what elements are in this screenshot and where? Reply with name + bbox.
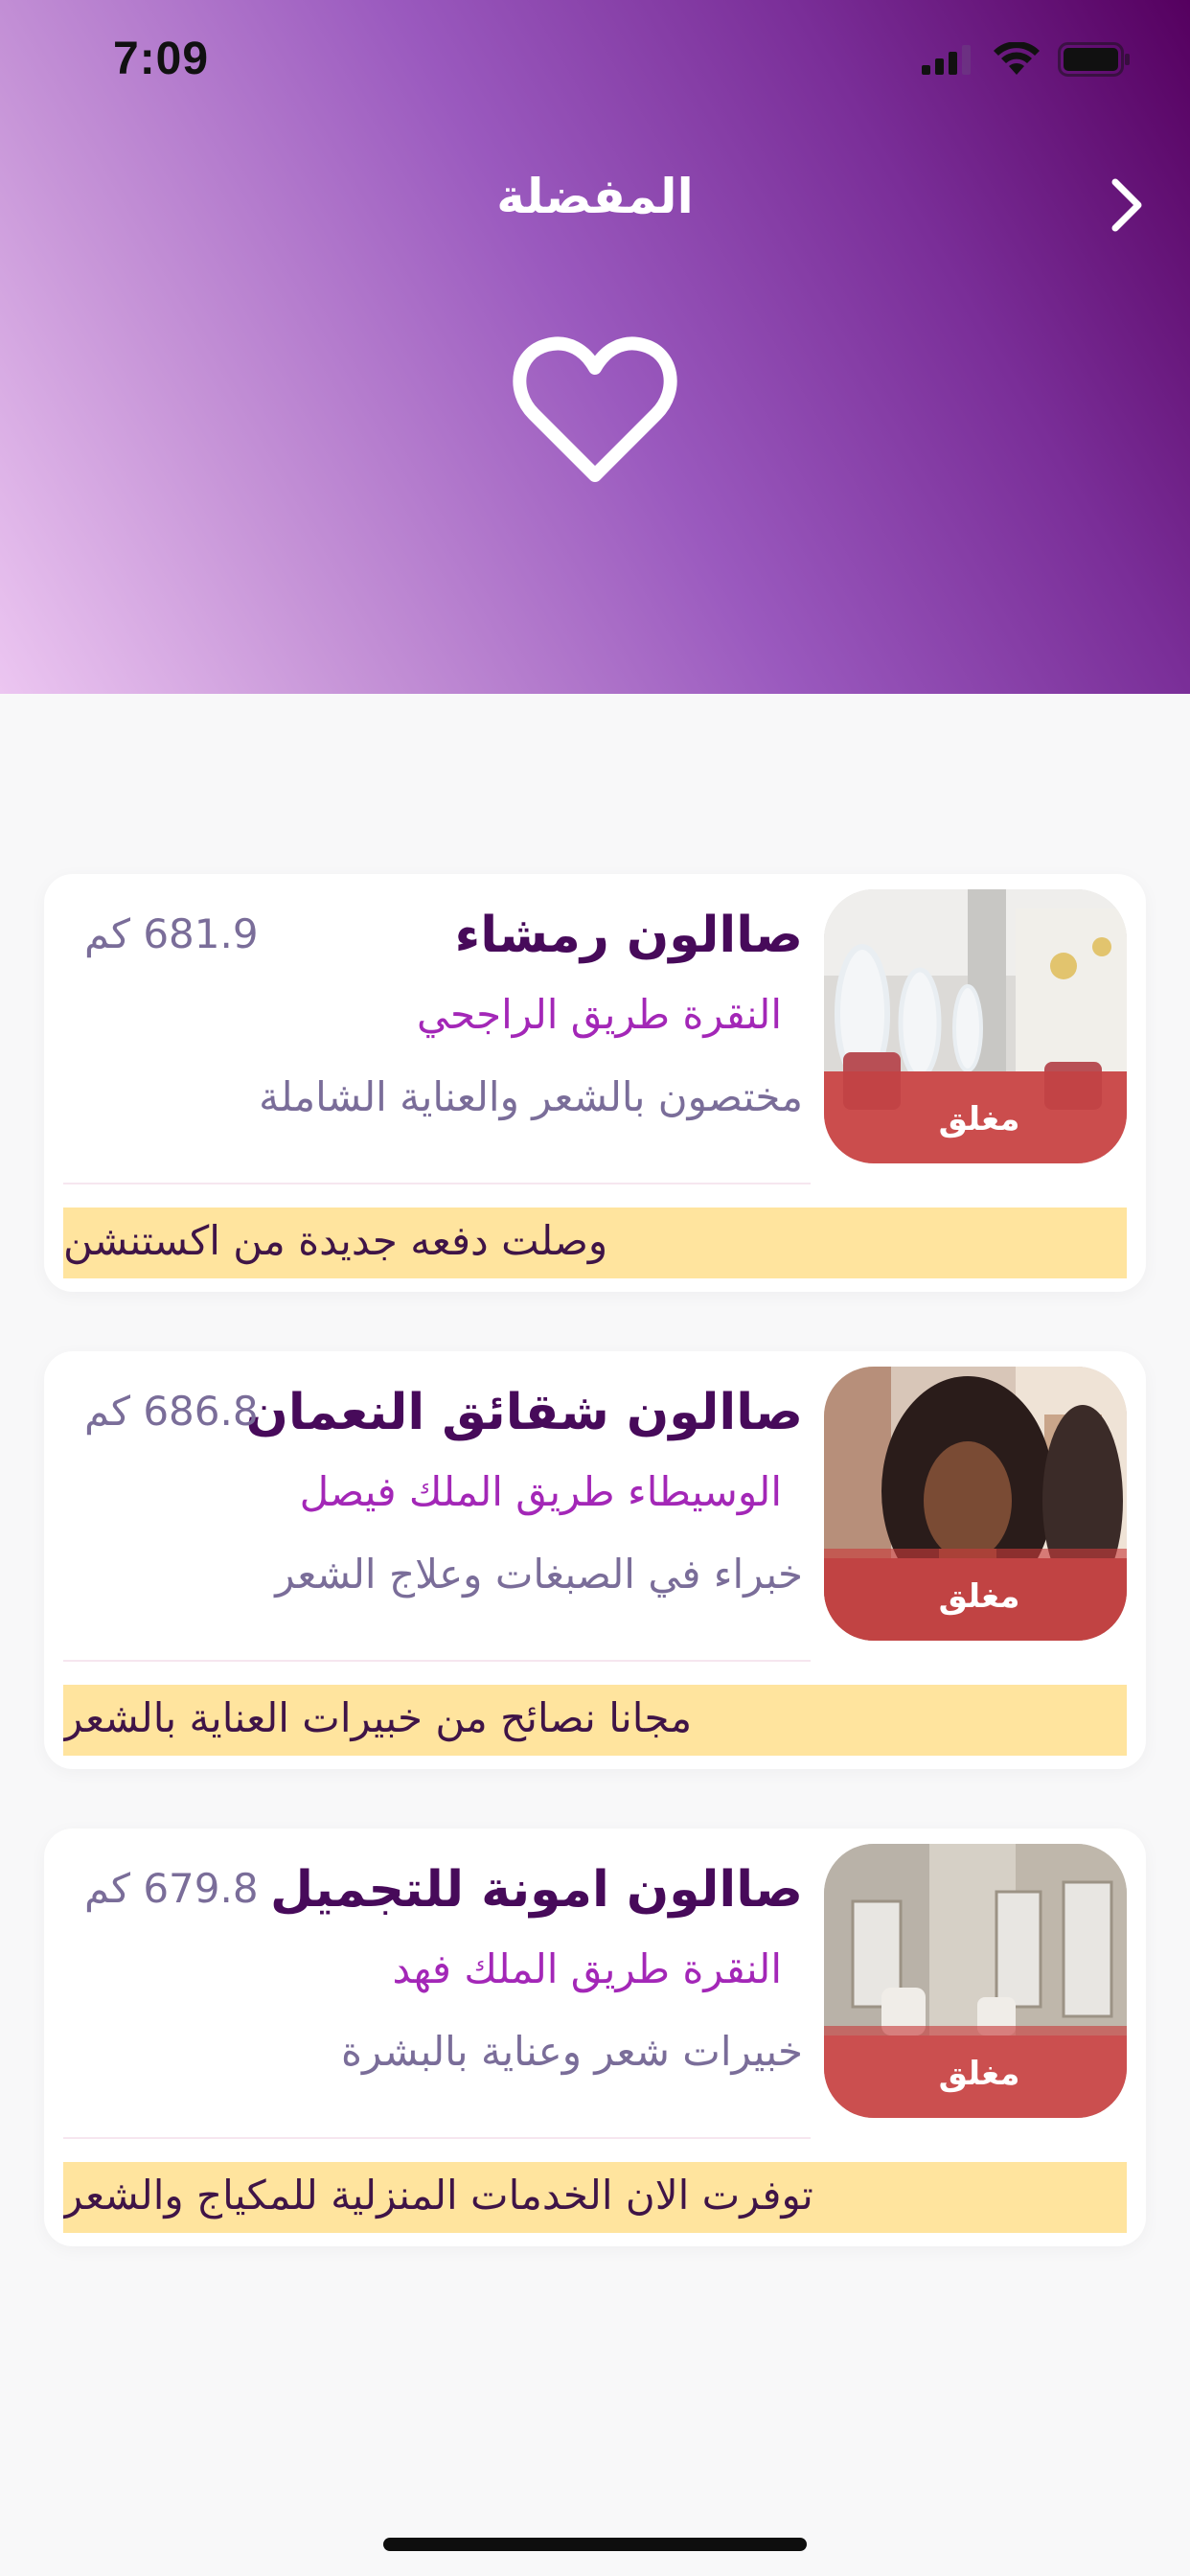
salon-address: النقرة طريق الملك فهد <box>392 1945 782 1992</box>
salon-address: الوسيطاء طريق الملك فيصل <box>299 1468 782 1515</box>
salon-image: مغلق <box>824 1367 1127 1641</box>
announcement-text: مجانا نصائح من خبيرات العناية بالشعر <box>63 1694 693 1741</box>
salon-address: النقرة طريق الراجحي <box>417 991 782 1038</box>
salon-name: صاالون رمشاء <box>454 907 803 964</box>
status-time: 7:09 <box>113 34 210 84</box>
favorites-header: 7:09 المفضلة <box>0 0 1190 694</box>
announcement-text: وصلت دفعه جديدة من اكستنشن <box>63 1217 608 1264</box>
divider <box>63 1183 811 1184</box>
wifi-icon <box>994 42 1040 75</box>
divider <box>63 2137 811 2139</box>
cellular-signal-icon <box>922 45 971 75</box>
status-badge: مغلق <box>938 2055 1020 2093</box>
salon-card[interactable]: مغلق صاالون امونة للتجميل 679.8 كم النقر… <box>44 1828 1146 2246</box>
salon-name: صاالون شقائق النعمان <box>245 1384 804 1441</box>
back-button[interactable] <box>1092 171 1161 240</box>
status-bar: 7:09 <box>0 0 1190 125</box>
salon-distance: 681.9 كم <box>84 910 259 957</box>
announcement-banner: مجانا نصائح من خبيرات العناية بالشعر <box>63 1685 1127 1756</box>
announcement-banner: وصلت دفعه جديدة من اكستنشن <box>63 1208 1127 1278</box>
salon-description: خبراء في الصبغات وعلاج الشعر <box>275 1551 803 1598</box>
page-title: المفضلة <box>496 169 694 224</box>
salon-card[interactable]: مغلق صاالون رمشاء 681.9 كم النقرة طريق ا… <box>44 874 1146 1292</box>
salon-distance: 679.8 كم <box>84 1865 259 1912</box>
salon-description: خبيرات شعر وعناية بالبشرة <box>341 2028 803 2075</box>
home-indicator[interactable] <box>383 2538 807 2551</box>
salon-image: مغلق <box>824 889 1127 1163</box>
status-badge: مغلق <box>938 1100 1020 1138</box>
salon-name: صاالون امونة للتجميل <box>270 1861 803 1919</box>
salon-card[interactable]: مغلق صاالون شقائق النعمان 686.8 كم الوسي… <box>44 1351 1146 1769</box>
divider <box>63 1660 811 1662</box>
announcement-text: توفرت الان الخدمات المنزلية للمكياج والش… <box>63 2172 813 2219</box>
salon-distance: 686.8 كم <box>84 1388 259 1435</box>
chevron-right-icon <box>1111 178 1142 232</box>
heart-icon <box>513 336 677 482</box>
salon-description: مختصون بالشعر والعناية الشاملة <box>259 1073 803 1120</box>
announcement-banner: توفرت الان الخدمات المنزلية للمكياج والش… <box>63 2162 1127 2233</box>
battery-icon <box>1058 42 1130 77</box>
salon-image: مغلق <box>824 1844 1127 2118</box>
status-badge: مغلق <box>938 1577 1020 1616</box>
